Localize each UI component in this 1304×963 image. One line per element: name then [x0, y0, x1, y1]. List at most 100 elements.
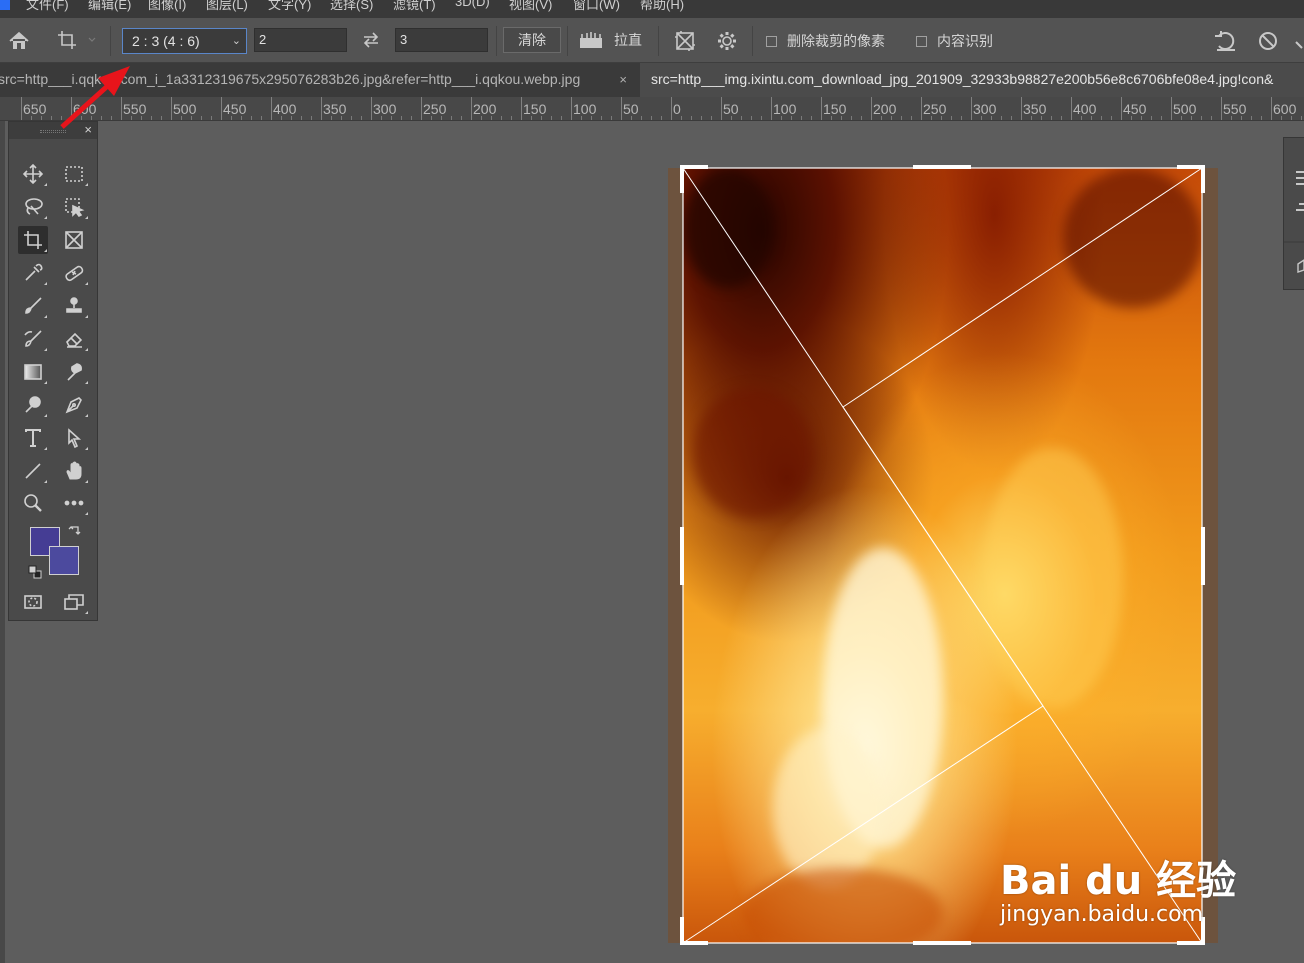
ruler-minor-tick — [101, 116, 102, 120]
hand-tool-icon[interactable] — [59, 457, 89, 485]
gradient-tool-icon[interactable] — [18, 358, 48, 386]
swap-dimensions-icon[interactable] — [359, 28, 383, 52]
clear-button[interactable]: 清除 — [503, 27, 561, 53]
document-tab[interactable]: src=http___i.qqkou.com_i_1a3312319675x29… — [0, 63, 638, 97]
crop-handle-bottom[interactable] — [913, 941, 971, 945]
lasso-tool-icon[interactable] — [18, 193, 48, 221]
close-panel-icon[interactable]: × — [84, 122, 92, 137]
ruler-minor-tick — [461, 116, 462, 120]
menu-image[interactable]: 图像(I) — [148, 0, 186, 13]
menu-type[interactable]: 文字(Y) — [268, 0, 311, 13]
default-colors-icon[interactable] — [27, 564, 43, 580]
menu-help[interactable]: 帮助(H) — [640, 0, 684, 13]
crop-handle-top-left[interactable] — [680, 165, 708, 169]
screen-mode-icon[interactable] — [59, 588, 89, 616]
document-tab-bar: src=http___i.qqkou.com_i_1a3312319675x29… — [0, 63, 1304, 97]
ruler-minor-tick — [941, 116, 942, 120]
menu-filter[interactable]: 滤镜(T) — [393, 0, 436, 13]
ruler-major-tick — [1171, 97, 1172, 120]
ruler-minor-tick — [781, 116, 782, 120]
ruler-minor-tick — [811, 116, 812, 120]
overlay-grid-icon[interactable] — [672, 28, 698, 54]
pen-tool-icon[interactable] — [59, 391, 89, 419]
eyedropper-tool-icon[interactable] — [18, 259, 48, 287]
home-icon[interactable] — [6, 28, 32, 54]
ruler-minor-tick — [691, 116, 692, 120]
frame-tool-icon[interactable] — [59, 226, 89, 254]
ruler-minor-tick — [961, 116, 962, 120]
menu-view[interactable]: 视图(V) — [509, 0, 552, 13]
crop-handle-bottom-left[interactable] — [680, 941, 708, 945]
cancel-crop-icon[interactable] — [1254, 28, 1282, 54]
marquee-tool-icon[interactable] — [59, 160, 89, 188]
smudge-tool-icon[interactable] — [59, 358, 89, 386]
eraser-tool-icon[interactable] — [59, 325, 89, 353]
ruler-minor-tick — [661, 116, 662, 120]
document-tab-active[interactable]: src=http___img.ixintu.com_download_jpg_2… — [640, 63, 1304, 97]
ruler-minor-tick — [891, 116, 892, 120]
checkbox-box[interactable] — [916, 35, 927, 47]
ruler-major-tick — [321, 97, 322, 120]
menu-file[interactable]: 文件(F) — [26, 0, 69, 13]
ruler-minor-tick — [1061, 116, 1062, 120]
horizontal-ruler: 650 600 550 500 450 400 350 300 250 200 150 100 50 0 5… — [0, 97, 1304, 121]
crop-handle-top-right[interactable] — [1201, 165, 1205, 193]
menu-layer[interactable]: 图层(L) — [206, 0, 248, 13]
ruler-tick-label: 250 — [423, 101, 447, 117]
content-aware-checkbox[interactable]: 内容识别 — [916, 31, 993, 51]
ruler-minor-tick — [411, 116, 412, 120]
collapsed-panels-dock[interactable] — [1283, 137, 1304, 290]
menu-window[interactable]: 窗口(W) — [573, 0, 620, 13]
delete-cropped-pixels-checkbox[interactable]: 删除裁剪的像素 — [766, 31, 885, 51]
more-tools-icon[interactable] — [59, 489, 89, 517]
crop-handle-top-left[interactable] — [680, 165, 684, 193]
panel-grip-icon[interactable] — [40, 130, 66, 133]
zoom-tool-icon[interactable] — [18, 489, 48, 517]
crop-tool-icon[interactable] — [18, 226, 48, 254]
close-tab-icon[interactable]: × — [619, 63, 627, 96]
ruler-minor-tick — [701, 116, 702, 120]
crop-handle-left[interactable] — [680, 527, 684, 585]
fire-photo[interactable] — [683, 168, 1202, 943]
straighten-level-icon[interactable] — [577, 28, 605, 52]
crop-handle-top[interactable] — [913, 165, 971, 169]
ruler-tick-label: 350 — [323, 101, 347, 117]
move-tool-icon[interactable] — [18, 160, 48, 188]
ruler-minor-tick — [491, 116, 492, 120]
aspect-ratio-select[interactable]: 2 : 3 (4 : 6) ⌄ — [122, 28, 247, 54]
ratio-height-input[interactable]: 3 — [395, 28, 488, 52]
menu-select[interactable]: 选择(S) — [330, 0, 373, 13]
ruler-minor-tick — [631, 116, 632, 120]
brush-tool-icon[interactable] — [18, 292, 48, 320]
settings-gear-icon[interactable] — [714, 28, 740, 54]
crop-tool-preset-icon[interactable] — [56, 27, 98, 53]
ruler-tick-label: 300 — [373, 101, 397, 117]
checkbox-box[interactable] — [766, 35, 777, 47]
type-tool-icon[interactable] — [18, 424, 48, 452]
quick-mask-icon[interactable] — [18, 588, 48, 616]
dodge-tool-icon[interactable] — [18, 391, 48, 419]
ruler-minor-tick — [451, 116, 452, 120]
crop-handle-right[interactable] — [1201, 527, 1205, 585]
ruler-tick-label: 250 — [923, 101, 947, 117]
path-selection-tool-icon[interactable] — [59, 424, 89, 452]
healing-brush-tool-icon[interactable] — [59, 259, 89, 287]
object-selection-tool-icon[interactable] — [59, 193, 89, 221]
reset-crop-icon[interactable] — [1212, 28, 1240, 54]
ruler-tick-label: 550 — [123, 101, 147, 117]
tools-panel-header[interactable]: × — [9, 122, 97, 139]
swap-colors-icon[interactable] — [66, 522, 84, 540]
background-color-swatch[interactable] — [49, 546, 79, 575]
history-brush-tool-icon[interactable] — [18, 325, 48, 353]
ruler-minor-tick — [311, 116, 312, 120]
separator — [496, 26, 497, 56]
clone-stamp-tool-icon[interactable] — [59, 292, 89, 320]
straighten-label[interactable]: 拉直 — [614, 30, 642, 50]
line-tool-icon[interactable] — [18, 457, 48, 485]
menu-3d[interactable]: 3D(D) — [455, 0, 490, 9]
ruler-minor-tick — [1261, 116, 1262, 120]
ratio-width-input[interactable]: 2 — [254, 28, 347, 52]
commit-crop-icon[interactable] — [1294, 28, 1304, 54]
ruler-major-tick — [71, 97, 72, 120]
menu-edit[interactable]: 编辑(E) — [88, 0, 131, 13]
